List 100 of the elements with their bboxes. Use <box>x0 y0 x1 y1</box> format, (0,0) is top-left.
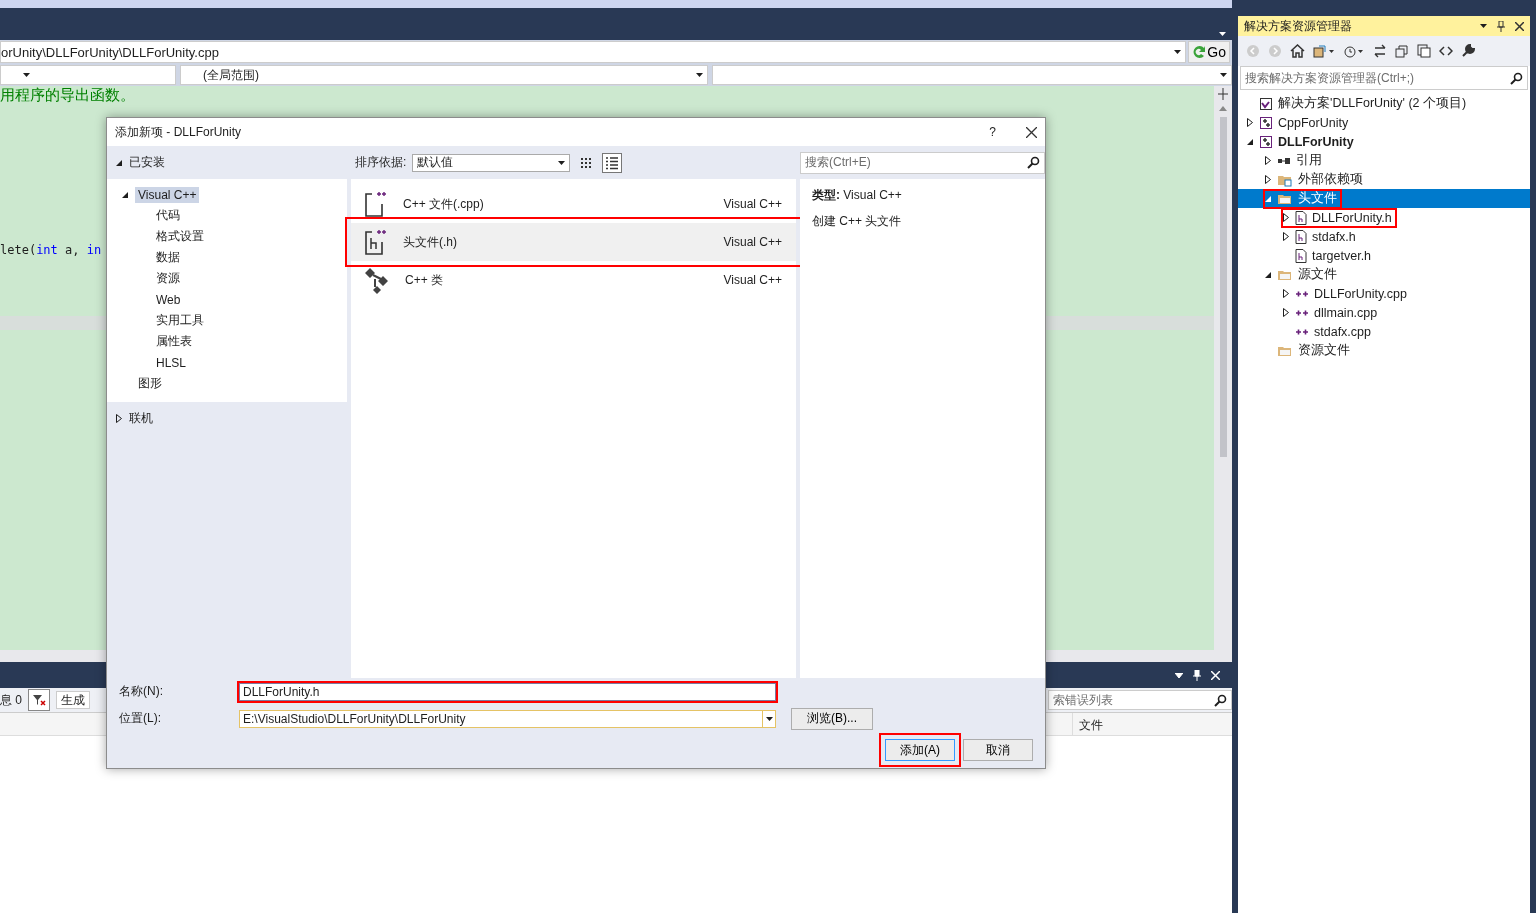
dropdown-arrow-icon <box>1219 32 1226 36</box>
category-item[interactable]: 属性表 <box>153 332 195 351</box>
path-dropdown[interactable]: orUnity\DLLForUnity\DLLForUnity.cpp <box>0 41 1187 63</box>
field-label: 名称(N): <box>119 683 164 700</box>
field-label: 位置(L): <box>119 710 162 727</box>
search-icon <box>1027 156 1040 169</box>
tree-item[interactable]: stdafx.cpp <box>1282 322 1375 341</box>
collapsed-arrow-icon[interactable] <box>1282 232 1290 241</box>
tree-item[interactable]: stdafx.h <box>1282 227 1360 246</box>
category-item[interactable]: Visual C++ <box>135 186 200 203</box>
solution-icon <box>1259 96 1273 111</box>
template-item[interactable]: C++ 类 Visual C++ <box>351 261 796 299</box>
tree-item[interactable]: 外部依赖项 <box>1264 170 1367 189</box>
swap-icon[interactable] <box>1373 44 1387 58</box>
home-icon[interactable] <box>1290 44 1305 58</box>
collapsed-arrow-icon[interactable] <box>1246 118 1254 127</box>
sort-label: 排序依据: <box>355 154 407 171</box>
dropdown-arrow-icon <box>765 716 773 721</box>
dropdown-arrow-icon[interactable] <box>1175 672 1183 678</box>
message-count[interactable]: 息 0 <box>0 691 22 709</box>
section-header[interactable]: 已安装 <box>129 154 165 171</box>
tree-item[interactable]: DLLForUnity.cpp <box>1282 284 1411 303</box>
dropdown-arrow-icon <box>558 160 566 165</box>
tree-item[interactable]: CppForUnity <box>1246 113 1353 132</box>
search-field[interactable]: 搜索解决方案资源管理器(Ctrl+;) <box>1240 66 1528 90</box>
tree-item[interactable]: DLLForUnity <box>1246 132 1358 151</box>
scrollbar-thumb[interactable] <box>1219 117 1227 457</box>
copy-icon[interactable] <box>1417 44 1431 58</box>
tree-item[interactable]: DLLForUnity.h <box>1282 208 1396 227</box>
tree-item[interactable]: dllmain.cpp <box>1282 303 1382 322</box>
search-field[interactable]: 索错误列表 <box>1048 690 1232 710</box>
sort-dropdown[interactable]: 默认值 <box>412 153 571 172</box>
dropdown-arrow-icon <box>1480 24 1487 28</box>
category-item[interactable]: 格式设置 <box>153 227 207 246</box>
collapsed-arrow-icon[interactable] <box>1282 213 1290 222</box>
close-icon[interactable] <box>1026 126 1037 138</box>
cpp-file-icon <box>363 190 389 218</box>
category-item[interactable]: HLSL <box>153 354 190 371</box>
collapsed-arrow-icon[interactable] <box>1264 175 1272 184</box>
header-file-icon <box>1295 210 1307 225</box>
grid-icon <box>580 156 593 169</box>
filter-button[interactable] <box>28 689 50 711</box>
header-file-icon <box>1295 229 1307 244</box>
tree-item[interactable]: targetver.h <box>1282 246 1376 265</box>
collapsed-arrow-icon[interactable] <box>115 414 123 423</box>
category-item[interactable]: 代码 <box>153 206 183 225</box>
category-item[interactable]: 数据 <box>153 248 183 267</box>
expanded-arrow-icon[interactable] <box>121 190 129 199</box>
split-icon[interactable] <box>1218 88 1228 100</box>
go-button[interactable]: Go <box>1188 41 1230 63</box>
template-item[interactable]: C++ 文件(.cpp) Visual C++ <box>351 185 796 223</box>
expanded-arrow-icon[interactable] <box>115 158 123 167</box>
project-icon <box>1259 115 1273 130</box>
header-file-icon <box>1295 248 1307 263</box>
search-icon <box>1214 693 1227 707</box>
dropdown-arrow-icon <box>696 73 703 77</box>
name-field[interactable]: DLLForUnity.h <box>239 682 776 701</box>
history-icon[interactable] <box>1343 44 1365 58</box>
collapse-all-icon[interactable] <box>1395 44 1409 58</box>
collapsed-arrow-icon[interactable] <box>1264 156 1272 165</box>
category-item[interactable]: Web <box>153 291 184 308</box>
close-icon[interactable] <box>1515 21 1524 31</box>
category-item[interactable]: 实用工具 <box>153 311 207 330</box>
class-icon <box>363 266 391 294</box>
expanded-arrow-icon[interactable] <box>1264 270 1272 279</box>
code-line: 用程序的导出函数。 <box>0 86 135 105</box>
tree-item[interactable]: 引用 <box>1264 151 1326 170</box>
code-icon[interactable] <box>1439 45 1453 57</box>
header-file-icon <box>363 228 389 256</box>
arrow-icon <box>1192 45 1207 59</box>
wrench-icon[interactable] <box>1461 44 1475 58</box>
template-item[interactable]: 头文件(.h) Visual C++ <box>351 223 796 261</box>
description-text: 类型: Visual C++ <box>812 187 903 204</box>
expanded-arrow-icon[interactable] <box>1246 137 1254 146</box>
collapsed-arrow-icon[interactable] <box>1282 308 1290 317</box>
dropdown-arrow-icon <box>23 73 30 77</box>
category-item[interactable]: 图形 <box>135 374 165 393</box>
tree-item[interactable]: 解决方案'DLLForUnity' (2 个项目) <box>1246 94 1471 113</box>
tree-item[interactable]: 源文件 <box>1264 265 1341 284</box>
category-item[interactable]: 资源 <box>153 269 183 288</box>
dropdown-arrow-icon <box>1174 50 1182 54</box>
filter-icon <box>32 693 46 707</box>
search-field[interactable]: 搜索(Ctrl+E) <box>800 151 1045 174</box>
help-button[interactable]: ? <box>989 125 996 139</box>
list-view-button[interactable] <box>602 152 623 173</box>
browse-button[interactable]: 浏览(B)... <box>791 707 873 730</box>
location-field[interactable]: E:\VisualStudio\DLLForUnity\DLLForUnity <box>239 709 776 728</box>
description-text: 创建 C++ 头文件 <box>812 213 903 230</box>
list-icon <box>605 155 620 170</box>
pin-icon[interactable] <box>1497 20 1505 32</box>
section-header[interactable]: 联机 <box>129 410 153 427</box>
scroll-up-icon[interactable] <box>1219 106 1227 111</box>
tree-item[interactable]: 资源文件 <box>1264 341 1354 360</box>
collapsed-arrow-icon[interactable] <box>1282 289 1290 298</box>
build-filter-dropdown[interactable]: 生成 <box>56 691 90 709</box>
dialog-title: 添加新项 - DLLForUnity <box>115 123 243 141</box>
cancel-button[interactable]: 取消 <box>963 739 1033 761</box>
sync-icon[interactable] <box>1313 44 1335 58</box>
code-line: lete(int a, in <box>0 242 102 259</box>
scope-dropdown[interactable]: (全局范围) <box>180 65 708 85</box>
